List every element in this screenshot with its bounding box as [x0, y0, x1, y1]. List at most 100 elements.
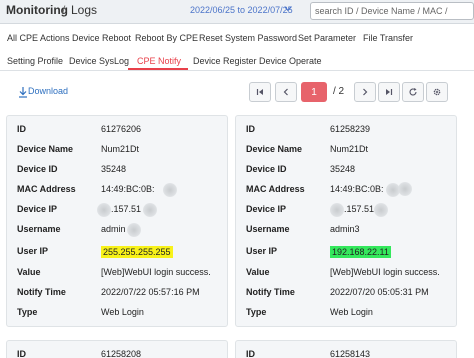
label-type: Type — [17, 307, 38, 317]
card-row-id: ID 61258239 — [246, 124, 451, 138]
tab-divider — [0, 70, 474, 71]
label-device-id: Device ID — [246, 164, 287, 174]
value-user-ip: 192.168.22.11 — [330, 246, 391, 258]
refresh-icon — [409, 88, 417, 96]
tab-setting-profile[interactable]: Setting Profile — [7, 56, 63, 66]
breadcrumb-logs[interactable]: Logs — [71, 3, 97, 17]
first-page-button[interactable] — [249, 82, 271, 102]
value-message: [Web]WebUI login success. — [330, 267, 440, 277]
notify-card-3: ID 61258208 — [6, 340, 228, 358]
card-row-user-ip: User IP 192.168.22.11 — [246, 246, 451, 260]
app-root: Monitoring / Logs 2022/06/25 to 2022/07/… — [0, 0, 474, 358]
card-row-mac: MAC Address 14:49:BC:0B: — [17, 183, 222, 198]
card-row-type: Type Web Login — [17, 307, 222, 321]
tab-file-transfer[interactable]: File Transfer — [363, 33, 413, 43]
label-id: ID — [17, 124, 26, 134]
card-row-id: ID 61276206 — [17, 124, 222, 138]
redaction-blur — [398, 182, 412, 196]
total-pages: / 2 — [333, 86, 345, 97]
label-value: Value — [246, 267, 270, 277]
label-device-name: Device Name — [17, 144, 74, 154]
value-device-id: 35248 — [330, 164, 356, 174]
card-row-id: ID 61258208 — [17, 349, 222, 358]
label-user-ip: User IP — [17, 246, 49, 256]
tab-reset-system-password[interactable]: Reset System Password — [199, 33, 297, 43]
card-row-device-ip: Device IP .157.51 — [17, 203, 222, 218]
redaction-blur — [127, 223, 141, 237]
value-device-name: Num21Dt — [330, 144, 369, 154]
last-page-button[interactable] — [378, 82, 400, 102]
card-row-user-ip: User IP 255.255.255.255 — [17, 246, 222, 260]
refresh-button[interactable] — [402, 82, 424, 102]
download-link[interactable]: Download — [28, 86, 68, 96]
prev-page-button[interactable] — [275, 82, 297, 102]
card-row-username: Username admin — [17, 223, 222, 238]
value-mac: 14:49:BC:0B: — [330, 184, 384, 194]
label-device-ip: Device IP — [17, 204, 58, 214]
redaction-blur — [330, 203, 344, 217]
label-username: Username — [246, 224, 290, 234]
page-title: Monitoring — [6, 3, 68, 17]
value-notify-time: 2022/07/22 05:57:16 PM — [101, 287, 200, 297]
label-notify-time: Notify Time — [17, 287, 66, 297]
label-user-ip: User IP — [246, 246, 278, 256]
label-id: ID — [246, 349, 255, 358]
tab-device-reboot[interactable]: Device Reboot — [72, 33, 131, 43]
search-input[interactable] — [310, 2, 474, 20]
last-page-icon — [386, 89, 393, 95]
card-row-device-id: Device ID 35248 — [17, 164, 222, 178]
download-icon[interactable] — [18, 86, 28, 98]
label-device-name: Device Name — [246, 144, 303, 154]
tab-all-cpe-actions[interactable]: All CPE Actions — [7, 33, 70, 43]
value-type: Web Login — [101, 307, 144, 317]
value-id: 61258239 — [330, 124, 371, 134]
date-range-picker[interactable]: 2022/06/25 to 2022/07/25 — [190, 5, 293, 15]
card-row-mac: MAC Address 14:49:BC:0B: — [246, 182, 451, 198]
label-device-ip: Device IP — [246, 204, 287, 214]
chevron-down-icon[interactable] — [283, 4, 293, 14]
value-message: [Web]WebUI login success. — [101, 267, 211, 277]
first-page-icon — [256, 89, 263, 95]
value-type: Web Login — [330, 307, 373, 317]
label-device-id: Device ID — [17, 164, 58, 174]
tab-set-parameter[interactable]: Set Parameter — [298, 33, 356, 43]
value-device-name: Num21Dt — [101, 144, 140, 154]
label-id: ID — [17, 349, 26, 358]
card-row-value: Value [Web]WebUI login success. — [17, 267, 222, 281]
redaction-blur — [163, 183, 177, 197]
card-row-notify-time: Notify Time 2022/07/22 05:57:16 PM — [17, 287, 222, 301]
redaction-blur — [143, 203, 157, 217]
value-username: admin3 — [330, 224, 360, 234]
settings-button[interactable] — [426, 82, 448, 102]
notify-card-2: ID 61258239 Device Name Num21Dt Device I… — [235, 115, 457, 327]
value-device-ip: .157.51 — [344, 204, 375, 214]
tab-reboot-by-cpe[interactable]: Reboot By CPE — [135, 33, 198, 43]
header-bar: Monitoring / Logs 2022/06/25 to 2022/07/… — [0, 0, 474, 24]
label-id: ID — [246, 124, 255, 134]
value-mac: 14:49:BC:0B: — [101, 184, 155, 194]
gear-icon — [433, 88, 441, 96]
value-id: 61258143 — [330, 349, 371, 358]
label-mac: MAC Address — [246, 184, 305, 194]
card-row-device-id: Device ID 35248 — [246, 164, 451, 178]
notify-card-1: ID 61276206 Device Name Num21Dt Device I… — [6, 115, 228, 327]
value-notify-time: 2022/07/20 05:05:31 PM — [330, 287, 429, 297]
label-value: Value — [17, 267, 41, 277]
tab-device-register[interactable]: Device Register — [193, 56, 257, 66]
label-notify-time: Notify Time — [246, 287, 295, 297]
chevron-right-icon — [363, 88, 368, 96]
card-row-device-name: Device Name Num21Dt — [17, 144, 222, 158]
label-username: Username — [17, 224, 61, 234]
label-mac: MAC Address — [17, 184, 76, 194]
value-id: 61276206 — [101, 124, 142, 134]
tab-device-operate[interactable]: Device Operate — [259, 56, 322, 66]
card-row-value: Value [Web]WebUI login success. — [246, 267, 451, 281]
card-row-notify-time: Notify Time 2022/07/20 05:05:31 PM — [246, 287, 451, 301]
card-row-id: ID 61258143 — [246, 349, 451, 358]
current-page-indicator[interactable]: 1 — [301, 82, 327, 102]
tab-device-syslog[interactable]: Device SysLog — [69, 56, 129, 66]
label-type: Type — [246, 307, 267, 317]
tab-cpe-notify[interactable]: CPE Notify — [137, 56, 181, 66]
card-row-type: Type Web Login — [246, 307, 451, 321]
next-page-button[interactable] — [354, 82, 376, 102]
